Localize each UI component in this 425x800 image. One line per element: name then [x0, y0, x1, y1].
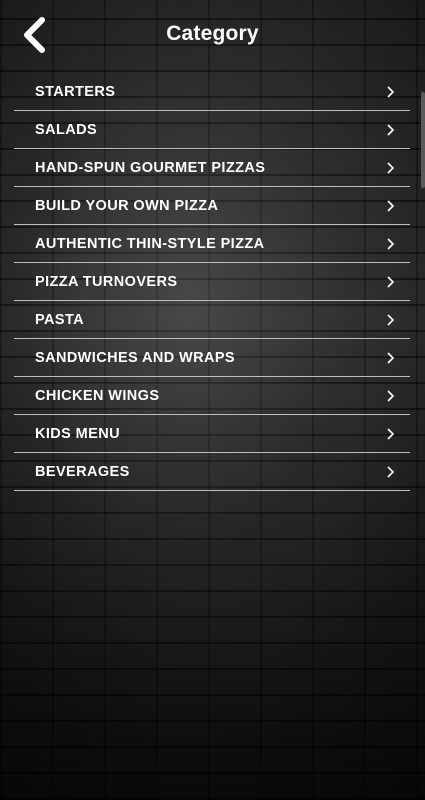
chevron-right-icon: [382, 312, 398, 328]
category-item-salads[interactable]: SALADS: [14, 111, 410, 149]
chevron-right-icon: [382, 84, 398, 100]
chevron-right-icon: [382, 426, 398, 442]
scrollbar[interactable]: [421, 92, 425, 188]
category-item-build-your-own-pizza[interactable]: BUILD YOUR OWN PIZZA: [14, 187, 410, 225]
chevron-right-icon: [382, 198, 398, 214]
category-label: SALADS: [35, 121, 98, 138]
chevron-right-icon: [382, 236, 398, 252]
category-label: PIZZA TURNOVERS: [35, 273, 178, 290]
category-item-hand-spun-gourmet-pizzas[interactable]: HAND-SPUN GOURMET PIZZAS: [14, 149, 410, 187]
category-label: AUTHENTIC THIN-STYLE PIZZA: [35, 235, 265, 252]
category-list: STARTERS SALADS HAND-SPUN GOURMET PIZZAS…: [14, 73, 410, 491]
category-item-beverages[interactable]: BEVERAGES: [14, 453, 410, 491]
category-item-pasta[interactable]: PASTA: [14, 301, 410, 339]
category-item-authentic-thin-style-pizza[interactable]: AUTHENTIC THIN-STYLE PIZZA: [14, 225, 410, 263]
category-label: CHICKEN WINGS: [35, 387, 160, 404]
category-label: BEVERAGES: [35, 463, 130, 480]
category-label: SANDWICHES AND WRAPS: [35, 349, 235, 366]
chevron-right-icon: [382, 122, 398, 138]
category-label: KIDS MENU: [35, 425, 120, 442]
header-bar: Category: [0, 0, 425, 70]
chevron-right-icon: [382, 274, 398, 290]
chevron-right-icon: [382, 464, 398, 480]
chevron-right-icon: [382, 160, 398, 176]
category-label: PASTA: [35, 311, 84, 328]
chevron-right-icon: [382, 350, 398, 366]
category-item-sandwiches-and-wraps[interactable]: SANDWICHES AND WRAPS: [14, 339, 410, 377]
page-title: Category: [166, 22, 259, 45]
category-item-kids-menu[interactable]: KIDS MENU: [14, 415, 410, 453]
chevron-right-icon: [382, 388, 398, 404]
category-item-chicken-wings[interactable]: CHICKEN WINGS: [14, 377, 410, 415]
category-label: BUILD YOUR OWN PIZZA: [35, 197, 219, 214]
category-item-pizza-turnovers[interactable]: PIZZA TURNOVERS: [14, 263, 410, 301]
category-label: STARTERS: [35, 83, 116, 100]
category-label: HAND-SPUN GOURMET PIZZAS: [35, 159, 266, 176]
category-item-starters[interactable]: STARTERS: [14, 73, 410, 111]
